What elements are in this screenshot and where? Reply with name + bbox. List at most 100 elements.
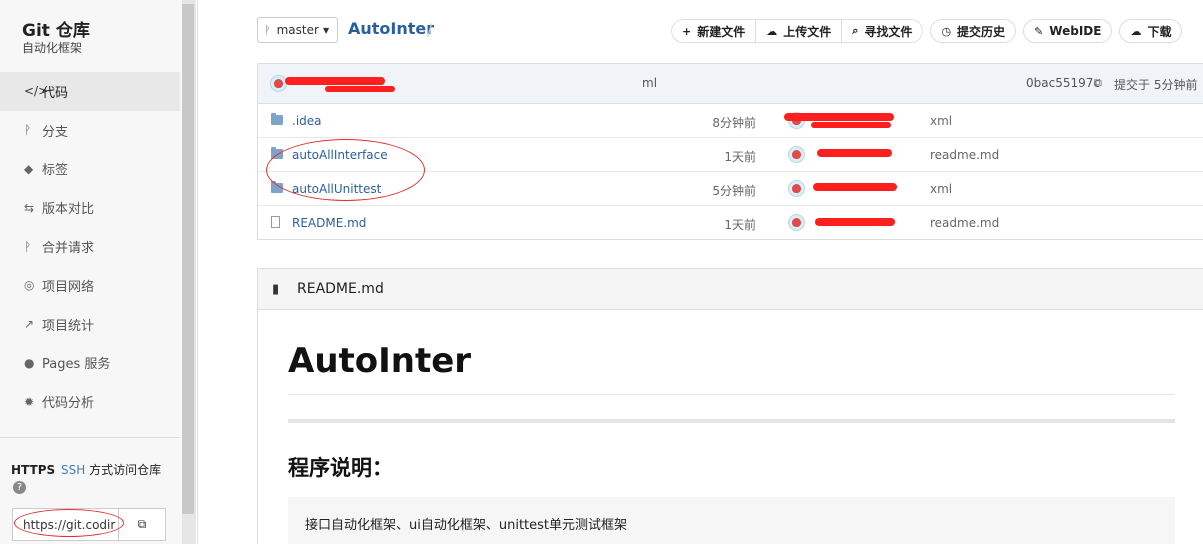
- sidebar-item-label: Pages 服务: [42, 357, 111, 373]
- repo-subtitle: 自动化框架: [22, 41, 83, 55]
- avatar[interactable]: [270, 75, 287, 92]
- branch-icon: ᚹ: [24, 123, 32, 138]
- file-time: 5分钟前: [712, 184, 756, 198]
- readme-subheading: 程序说明：: [288, 456, 393, 480]
- help-icon[interactable]: ?: [13, 481, 26, 494]
- sidebar: Git 仓库 自动化框架 </> 代码 ᚹ 分支 ◆ 标签 ⇆ 版本对比 ᚹ 合…: [0, 0, 182, 544]
- file-row[interactable]: .idea 8分钟前 xml: [258, 104, 1203, 138]
- find-file-label: 寻找文件: [864, 24, 913, 39]
- commit-hash[interactable]: 0bac55197c: [1026, 76, 1100, 90]
- globe-icon: ●: [24, 355, 35, 370]
- analysis-icon: ✹: [24, 394, 35, 409]
- redaction-mark: [817, 149, 892, 157]
- avatar[interactable]: [788, 180, 805, 197]
- sidebar-item-tags[interactable]: ◆ 标签: [0, 150, 180, 189]
- readme-header: ▮ README.md: [258, 269, 1203, 310]
- book-icon: ▮: [272, 282, 280, 297]
- sidebar-divider: [0, 437, 180, 438]
- page: Git 仓库 自动化框架 </> 代码 ᚹ 分支 ◆ 标签 ⇆ 版本对比 ᚹ 合…: [0, 0, 1203, 544]
- sidebar-item-stats[interactable]: ↗ 项目统计: [0, 305, 180, 344]
- sidebar-item-compare[interactable]: ⇆ 版本对比: [0, 188, 180, 227]
- readme-heading: AutoInter: [288, 341, 472, 381]
- sidebar-item-analysis[interactable]: ✹ 代码分析: [0, 382, 180, 421]
- file-name[interactable]: .idea: [292, 114, 322, 128]
- code-text: 接口自动化框架、ui自动化框架、unittest单元测试框架: [305, 518, 628, 533]
- redaction-mark: [285, 77, 385, 85]
- sidebar-item-merge-requests[interactable]: ᚹ 合并请求: [0, 227, 180, 266]
- copy-url-button[interactable]: ⧉: [119, 509, 165, 540]
- branch-selector[interactable]: ᚹ master ▼: [257, 17, 338, 43]
- file-commit-message[interactable]: readme.md: [930, 148, 999, 162]
- download-label: 下载: [1147, 24, 1172, 39]
- network-icon: ◎: [24, 278, 35, 293]
- edit-icon: ✎: [1034, 24, 1044, 38]
- history-icon: ◷: [941, 24, 952, 38]
- code-icon: </>: [24, 84, 49, 99]
- upload-file-button[interactable]: ☁ 上传文件: [756, 19, 843, 43]
- upload-icon: ☁: [766, 24, 778, 38]
- protocol-suffix: 方式访问仓库: [89, 463, 162, 477]
- readme-code-block: 接口自动化框架、ui自动化框架、unittest单元测试框架: [288, 497, 1175, 544]
- tag-icon: ◆: [24, 161, 34, 176]
- sidebar-item-label: 项目统计: [42, 318, 95, 334]
- sidebar-item-label: 版本对比: [42, 202, 95, 218]
- sidebar-item-branches[interactable]: ᚹ 分支: [0, 111, 180, 150]
- sidebar-item-label: 标签: [42, 163, 69, 179]
- file-icon: [271, 216, 280, 228]
- sidebar-item-pages[interactable]: ● Pages 服务: [0, 344, 180, 383]
- webide-button[interactable]: ✎ WebIDE: [1023, 19, 1113, 43]
- download-button[interactable]: ☁ 下载: [1119, 19, 1183, 43]
- file-row[interactable]: README.md 1天前 readme.md: [258, 206, 1203, 240]
- avatar[interactable]: [788, 214, 805, 231]
- file-commit-message[interactable]: readme.md: [930, 216, 999, 230]
- ssh-protocol-link[interactable]: SSH: [61, 463, 85, 477]
- horizontal-rule: [288, 419, 1175, 423]
- sidebar-item-code[interactable]: </> 代码: [0, 72, 180, 111]
- readme-file-name: README.md: [297, 281, 384, 297]
- commit-message[interactable]: ml: [642, 76, 657, 90]
- sidebar-item-label: 代码分析: [42, 396, 95, 412]
- redaction-mark: [325, 86, 395, 92]
- file-time: 8分钟前: [712, 116, 756, 130]
- branch-name: master: [276, 23, 319, 37]
- copy-icon: ⧉: [137, 517, 147, 531]
- redaction-mark: [784, 113, 894, 121]
- path-separator: /: [427, 20, 433, 39]
- new-file-label: 新建文件: [697, 24, 746, 39]
- find-file-button[interactable]: ⌕ 寻找文件: [842, 19, 924, 43]
- heading-rule: [288, 394, 1175, 395]
- file-name[interactable]: README.md: [292, 216, 366, 230]
- sidebar-item-label: 分支: [42, 124, 69, 140]
- caret-down-icon: ▼: [322, 25, 330, 35]
- copy-icon[interactable]: ⧉: [1094, 76, 1102, 90]
- repo-actions: + 新建文件 ☁ 上传文件 ⌕ 寻找文件 ◷ 提交历史 ✎ WebIDE ☁ 下…: [671, 19, 1183, 43]
- content-divider: [197, 0, 198, 544]
- annotation-circle-folders: [266, 139, 425, 201]
- webide-label: WebIDE: [1049, 24, 1102, 38]
- sidebar-item-label: 代码: [42, 85, 69, 101]
- redaction-mark: [815, 218, 895, 226]
- file-commit-message[interactable]: xml: [930, 114, 952, 128]
- file-time: 1天前: [724, 150, 756, 164]
- search-icon: ⌕: [852, 24, 859, 37]
- branch-icon: ᚹ: [264, 23, 271, 37]
- sidebar-item-network[interactable]: ◎ 项目网络: [0, 266, 180, 305]
- readme-panel: ▮ README.md AutoInter 程序说明： 接口自动化框架、ui自动…: [257, 268, 1203, 544]
- merge-icon: ᚹ: [24, 239, 32, 254]
- clone-protocol-line: HTTPS SSH 方式访问仓库: [11, 461, 161, 478]
- sidebar-scrollbar-thumb[interactable]: [182, 4, 194, 514]
- avatar[interactable]: [788, 146, 805, 163]
- file-commit-message[interactable]: xml: [930, 182, 952, 196]
- compare-icon: ⇆: [24, 200, 35, 215]
- https-protocol-label[interactable]: HTTPS: [11, 463, 55, 477]
- sidebar-nav: </> 代码 ᚹ 分支 ◆ 标签 ⇆ 版本对比 ᚹ 合并请求 ◎ 项目网络 ↗ …: [0, 72, 180, 421]
- new-file-button[interactable]: + 新建文件: [671, 19, 757, 43]
- annotation-circle-clone-url: [14, 509, 124, 537]
- redaction-mark: [813, 183, 897, 191]
- latest-commit-bar: ml 0bac55197c ⧉ 提交于 5分钟前: [258, 64, 1203, 104]
- repo-name-link[interactable]: AutoInter: [348, 19, 434, 38]
- file-time: 1天前: [724, 218, 756, 232]
- commit-history-button[interactable]: ◷ 提交历史: [930, 19, 1017, 43]
- folder-icon: [271, 113, 283, 125]
- redaction-mark: [811, 122, 891, 128]
